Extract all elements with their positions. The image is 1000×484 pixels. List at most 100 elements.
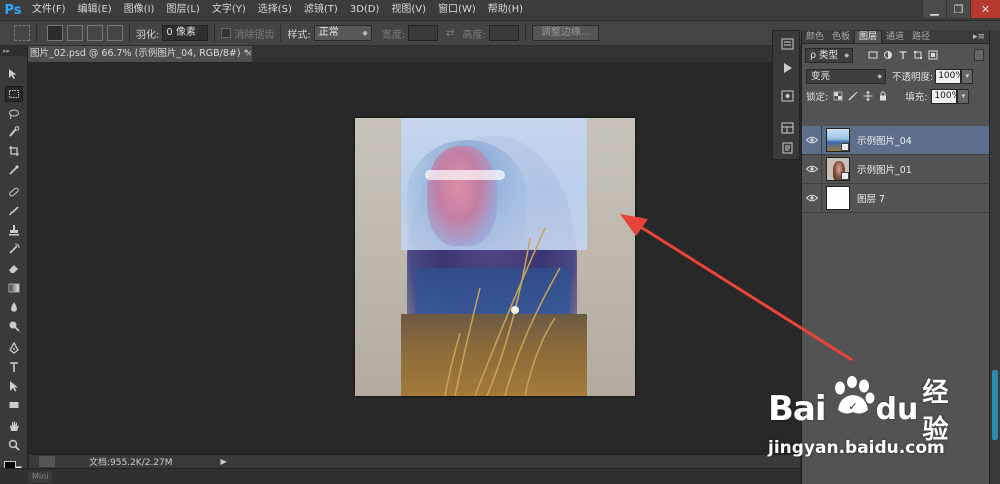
visibility-eye-icon[interactable] [802,125,822,155]
eyedropper-tool-icon[interactable] [5,162,23,178]
tab-swatches[interactable]: 色板 [828,31,854,43]
crop-tool-icon[interactable] [5,143,23,159]
document-tab-close-icon[interactable]: × [245,46,253,62]
clone-stamp-tool-icon[interactable] [5,222,23,238]
lock-image-pixels-icon[interactable] [847,90,859,102]
opacity-input[interactable]: 100% [935,68,964,84]
rectangle-tool-icon[interactable] [5,397,23,413]
panel-menu-icon[interactable]: ▸≡ [973,31,989,43]
menu-select[interactable]: 选择(S) [252,0,298,20]
feather-input[interactable]: 0 像素 [162,25,209,41]
width-input[interactable] [408,25,439,41]
lock-transparent-pixels-icon[interactable] [832,90,844,102]
paragraph-panel-icon[interactable] [779,141,795,155]
close-button[interactable]: ✕ [970,0,1000,18]
antialias-checkbox[interactable] [221,28,232,38]
tab-paths[interactable]: 路径 [908,31,934,43]
pen-tool-icon[interactable] [5,340,23,356]
zoom-level-field[interactable] [39,456,55,467]
layer-thumbnail[interactable] [826,128,850,152]
filter-pixel-icon[interactable] [867,49,879,61]
blur-tool-icon[interactable] [5,299,23,315]
layer-filter-select[interactable]: ρ 类型 [805,47,853,63]
filter-shape-icon[interactable] [912,49,924,61]
menu-image[interactable]: 图像(I) [118,0,161,20]
tab-color[interactable]: 颜色 [802,31,828,43]
baidu-paw-icon: ✓ [835,376,875,414]
layer-thumbnail[interactable] [826,186,850,210]
menu-filter[interactable]: 滤镜(T) [298,0,344,20]
mini-bridge-tab[interactable]: Mini [28,471,53,483]
blend-mode-select[interactable]: 变亮 [806,68,886,84]
quick-selection-tool-icon[interactable] [5,124,23,140]
layer-row[interactable]: 图层 7 [802,183,990,213]
restore-button[interactable]: ❐ [946,0,970,18]
lock-all-icon[interactable] [877,90,889,102]
menu-edit[interactable]: 编辑(E) [72,0,118,20]
menu-type[interactable]: 文字(Y) [206,0,252,20]
eraser-tool-icon[interactable] [5,260,23,276]
menu-file[interactable]: 文件(F) [26,0,72,20]
visibility-eye-icon[interactable] [802,183,822,213]
history-panel-icon[interactable] [779,37,795,51]
toolbar-collapse-icon[interactable]: ▸▸ [0,46,27,56]
healing-brush-tool-icon[interactable] [5,184,23,200]
dodge-tool-icon[interactable] [5,318,23,334]
subtract-selection-icon[interactable] [87,25,103,41]
tab-channels[interactable]: 通道 [882,31,908,43]
status-menu-arrow-icon[interactable]: ▶ [221,457,227,466]
filter-smart-object-icon[interactable] [927,49,939,61]
history-brush-tool-icon[interactable] [5,241,23,257]
document-tab[interactable]: 图片_02.psd @ 66.7% (示例图片_04, RGB/8#) * [28,46,253,62]
lock-label: 锁定: [806,92,829,103]
path-selection-tool-icon[interactable] [5,378,23,394]
intersect-selection-icon[interactable] [107,25,123,41]
right-edge-scrollbar[interactable] [989,30,1000,484]
libraries-panel-icon[interactable] [779,121,795,135]
divider [36,24,37,42]
tab-layers[interactable]: 图层 [854,30,883,43]
refine-edge-button[interactable]: 调整边缘... [531,25,600,41]
new-selection-icon[interactable] [47,25,63,41]
opacity-dropdown-icon[interactable]: ▾ [961,68,974,84]
add-selection-icon[interactable] [67,25,83,41]
layer-row[interactable]: 示例图片_04 [802,125,990,155]
lasso-tool-icon[interactable] [5,106,23,122]
marquee-tool-preset-icon[interactable] [14,25,30,41]
menu-window[interactable]: 窗口(W) [432,0,482,20]
scrollbar-thumb[interactable] [992,370,998,440]
filter-adjustment-icon[interactable] [882,49,894,61]
layer-row[interactable]: 示例图片_01 [802,154,990,184]
document-size-info[interactable]: 文档:955.2K/2.27M [89,455,173,468]
height-input[interactable] [488,25,519,41]
menu-view[interactable]: 视图(V) [385,0,432,20]
document-image[interactable] [355,118,635,396]
filter-type-icon[interactable] [897,49,909,61]
move-tool-icon[interactable] [5,66,23,82]
fill-dropdown-icon[interactable]: ▾ [957,88,970,104]
properties-panel-icon[interactable] [779,89,795,103]
blend-opacity-row: 变亮 不透明度: 100% ▾ [802,66,990,86]
layer-thumbnail[interactable] [826,157,850,181]
menu-layer[interactable]: 图层(L) [160,0,205,20]
actions-panel-icon[interactable] [779,61,795,75]
gradient-tool-icon[interactable] [5,280,23,296]
layer-name[interactable]: 示例图片_04 [857,133,912,147]
brush-tool-icon[interactable] [5,203,23,219]
visibility-eye-icon[interactable] [802,154,822,184]
canvas-area[interactable] [29,62,800,454]
type-tool-icon[interactable] [5,359,23,375]
menu-3d[interactable]: 3D(D) [344,0,386,20]
lock-position-icon[interactable] [862,90,874,102]
minimize-button[interactable]: ▁ [922,0,946,18]
rectangular-marquee-tool-icon[interactable] [5,86,23,102]
zoom-tool-icon[interactable] [5,437,23,453]
hand-tool-icon[interactable] [5,418,23,434]
style-select[interactable]: 正常 [313,25,372,41]
menu-help[interactable]: 帮助(H) [482,0,529,20]
fill-input[interactable]: 100% [931,88,960,104]
layer-name[interactable]: 图层 7 [857,191,885,205]
swap-icon[interactable]: ⇄ [446,28,454,39]
layer-name[interactable]: 示例图片_01 [857,162,912,176]
filter-toggle-switch[interactable] [974,49,984,61]
